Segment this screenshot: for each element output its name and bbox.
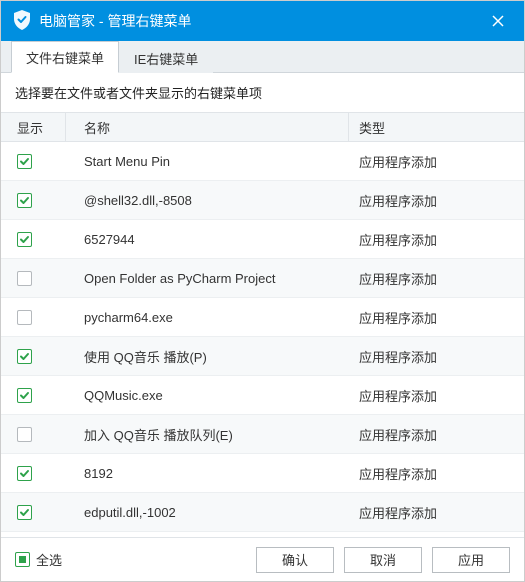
cancel-button[interactable]: 取消 [344, 547, 422, 573]
row-type: 应用程序添加 [349, 269, 524, 288]
footer: 全选 确认 取消 应用 [1, 537, 524, 581]
row-type: 应用程序添加 [349, 386, 524, 405]
row-type: 应用程序添加 [349, 191, 524, 210]
row-type: 应用程序添加 [349, 347, 524, 366]
app-shield-icon [13, 10, 31, 33]
row-type: 应用程序添加 [349, 425, 524, 444]
window: 电脑管家 - 管理右键菜单 文件右键菜单IE右键菜单 选择要在文件或者文件夹显示… [0, 0, 525, 582]
row-type: 应用程序添加 [349, 308, 524, 327]
row-checkbox[interactable] [17, 349, 32, 364]
table-row[interactable]: edputil.dll,-1002应用程序添加 [1, 493, 524, 532]
row-name: 6527944 [66, 232, 349, 247]
instruction-text: 选择要在文件或者文件夹显示的右键菜单项 [1, 73, 524, 112]
row-name: Start Menu Pin [66, 154, 349, 169]
row-type: 应用程序添加 [349, 464, 524, 483]
row-name: 使用 QQ音乐 播放(P) [66, 347, 349, 366]
row-name: 加入 QQ音乐 播放队列(E) [66, 425, 349, 444]
select-all-checkbox[interactable] [15, 552, 30, 567]
row-type: 应用程序添加 [349, 152, 524, 171]
table-row[interactable]: 8192应用程序添加 [1, 454, 524, 493]
row-name: @shell32.dll,-8508 [66, 193, 349, 208]
table-row[interactable]: Open Folder as PyCharm Project应用程序添加 [1, 259, 524, 298]
table-row[interactable]: QQMusic.exe应用程序添加 [1, 376, 524, 415]
row-name: pycharm64.exe [66, 310, 349, 325]
table-row[interactable]: 加入 QQ音乐 播放队列(E)应用程序添加 [1, 415, 524, 454]
row-checkbox[interactable] [17, 427, 32, 442]
titlebar: 电脑管家 - 管理右键菜单 [1, 1, 524, 41]
row-checkbox[interactable] [17, 388, 32, 403]
apply-button[interactable]: 应用 [432, 547, 510, 573]
header-name[interactable]: 名称 [66, 113, 349, 141]
table-header: 显示 名称 类型 [1, 112, 524, 142]
table-row[interactable]: Start Menu Pin应用程序添加 [1, 142, 524, 181]
row-checkbox[interactable] [17, 232, 32, 247]
row-checkbox[interactable] [17, 310, 32, 325]
row-checkbox[interactable] [17, 154, 32, 169]
window-title: 电脑管家 - 管理右键菜单 [39, 11, 484, 31]
tabs: 文件右键菜单IE右键菜单 [1, 41, 524, 73]
row-name: Open Folder as PyCharm Project [66, 271, 349, 286]
row-checkbox[interactable] [17, 193, 32, 208]
row-name: QQMusic.exe [66, 388, 349, 403]
table-row[interactable]: 使用 QQ音乐 播放(P)应用程序添加 [1, 337, 524, 376]
row-type: 应用程序添加 [349, 230, 524, 249]
row-checkbox[interactable] [17, 466, 32, 481]
row-type: 应用程序添加 [349, 503, 524, 522]
row-name: 8192 [66, 466, 349, 481]
tab-0[interactable]: 文件右键菜单 [11, 41, 119, 73]
table-row[interactable]: pycharm64.exe应用程序添加 [1, 298, 524, 337]
header-check[interactable]: 显示 [1, 113, 66, 141]
select-all[interactable]: 全选 [15, 550, 62, 569]
ok-button[interactable]: 确认 [256, 547, 334, 573]
menu-item-list[interactable]: Start Menu Pin应用程序添加@shell32.dll,-8508应用… [1, 142, 524, 537]
table-row[interactable]: 6527944应用程序添加 [1, 220, 524, 259]
header-type[interactable]: 类型 [349, 113, 524, 141]
tab-1[interactable]: IE右键菜单 [119, 42, 213, 73]
row-checkbox[interactable] [17, 271, 32, 286]
select-all-label: 全选 [36, 550, 62, 569]
row-checkbox[interactable] [17, 505, 32, 520]
close-icon[interactable] [484, 7, 512, 35]
row-name: edputil.dll,-1002 [66, 505, 349, 520]
table-row[interactable]: @shell32.dll,-8508应用程序添加 [1, 181, 524, 220]
